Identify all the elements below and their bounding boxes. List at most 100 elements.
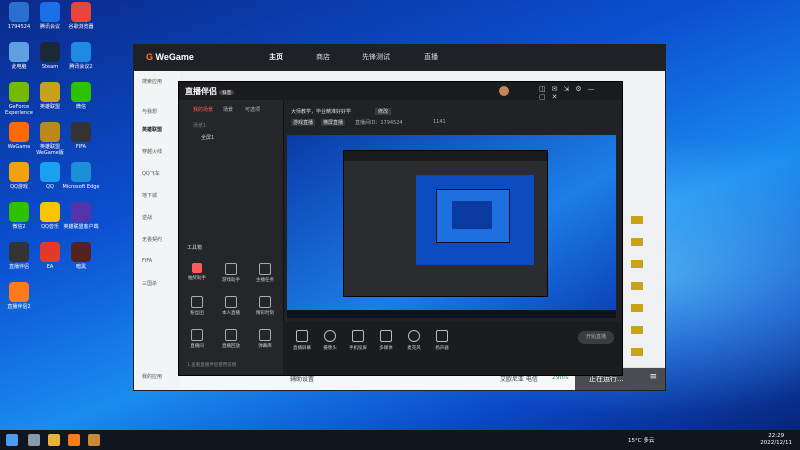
stream-title[interactable]: 大师教学，毕业精准好好学 [291,108,351,115]
weather[interactable]: 15°C 多云 [628,436,654,444]
nested-preview [343,150,548,297]
toolbox-title: 工具箱 [187,245,203,251]
sidebar-item[interactable]: QQ飞车 [142,170,160,177]
desktop-icon[interactable]: 微信 [62,82,100,110]
app-icon [71,202,91,222]
live-sidebar: 我的场景 场景 可选项 场景1 全屏1 工具箱 抽奖助手 游戏助手 主播任务 粉… [179,100,284,375]
desktop-icon-label: 英雄联盟客户端 [63,224,99,230]
phone-cast-button[interactable]: 手机投屏 [345,330,371,351]
tool-item[interactable]: 粉丝团 [186,296,208,316]
microphone-button[interactable]: 麦克风 [401,330,427,351]
sidebar-item[interactable]: 穿越火线 [142,148,162,155]
tab-my-scenes[interactable]: 我的场景 [193,106,213,113]
scene-label[interactable]: 场景1 [193,122,206,129]
desktop-icon-label: FIFA [75,144,87,150]
friend-avatar[interactable] [631,238,643,246]
folder-icon[interactable] [48,434,60,446]
friend-avatar[interactable] [631,326,643,334]
sidebar-item-lol[interactable]: 英雄联盟 [142,126,162,133]
category-chip[interactable]: 游戏直播 [291,119,316,126]
desktop-icon-label: 微信 [75,104,86,110]
app-icon [71,82,91,102]
app-icon [71,2,91,22]
app-icon [40,42,60,62]
sidebar-my-apps[interactable]: 我的应用 [142,373,162,380]
live-titlebar: 直播伴侣 抖音 ◫✉⇲⚙—▢✕ [179,82,622,101]
app-icon [9,42,29,62]
desktop-icon-label: 暗黑 [75,264,86,270]
tab-live[interactable]: 直播 [424,52,438,62]
start-live-button[interactable]: 开始直播 [578,331,614,344]
search-icon[interactable] [28,434,40,446]
tool-item[interactable]: 精彩时刻 [254,296,276,316]
stream-info: 大师教学，毕业精准好好学 修改 游戏直播 横屏直播 直播间ID：1794524 … [285,102,620,132]
desktop-icon[interactable]: 暗黑 [62,242,100,270]
menu-icon[interactable]: ≡ [649,372,657,382]
live-taskbar-icon[interactable] [88,434,100,446]
app-icon [9,122,29,142]
tool-item[interactable]: 直播回放 [220,329,242,349]
desktop-icon[interactable]: 腾讯会议2 [62,42,100,70]
live-controls: 直播屏幕 摄像头 手机投屏 多媒体 麦克风 扬声器 开始直播 [283,322,622,375]
desktop-icon[interactable]: 直播伴侣2 [0,282,38,310]
sidebar-item[interactable]: 与我想 [142,108,157,115]
app-icon [40,242,60,262]
wegame-sidebar: 搜索应用 与我想 英雄联盟 穿越火线 QQ飞车 地下城 逆战 无畏契约 FIFA… [134,71,180,390]
tab-scenes[interactable]: 场景 [223,106,233,113]
tab-store[interactable]: 商店 [316,52,330,62]
tool-item[interactable]: 游戏助手 [220,263,242,283]
media-button[interactable]: 多媒体 [373,330,399,351]
sidebar-search[interactable]: 搜索应用 [142,78,162,85]
help-hint[interactable]: 1.查看直播伴侣使用说明 [187,362,236,368]
clock[interactable]: 22:29 2022/12/11 [760,433,792,447]
live-assistant-window[interactable]: 直播伴侣 抖音 ◫✉⇲⚙—▢✕ 我的场景 场景 可选项 场景1 全屏1 工具箱 … [178,81,623,376]
sidebar-item[interactable]: FIFA [142,258,152,264]
app-icon [40,162,60,182]
platform-badge[interactable]: 抖音 [219,90,235,95]
desktop-icon[interactable]: FIFA [62,122,100,150]
edit-title-button[interactable]: 修改 [375,108,392,115]
sidebar-item[interactable]: 三国杀 [142,280,157,287]
tool-item[interactable]: 直播间 [186,329,208,349]
friend-avatar[interactable] [631,304,643,312]
desktop-icon[interactable]: 英雄联盟客户端 [62,202,100,230]
camera-button[interactable]: 摄像头 [317,330,343,351]
window-controls[interactable]: ◫✉⇲⚙—▢✕ [539,85,622,101]
friend-avatar[interactable] [631,260,643,268]
speaker-button[interactable]: 扬声器 [429,330,455,351]
sidebar-item[interactable]: 地下城 [142,192,157,199]
friend-avatar[interactable] [631,348,643,356]
tab-home[interactable]: 主页 [269,52,283,62]
sidebar-item[interactable]: 无畏契约 [142,236,162,243]
friend-avatar[interactable] [631,282,643,290]
screen-capture-button[interactable]: 直播屏幕 [289,330,315,351]
app-icon [71,162,91,182]
start-icon[interactable] [6,434,18,446]
tool-item[interactable]: 弹幕库 [254,329,276,349]
app-icon [9,242,29,262]
app-icon [71,42,91,62]
tool-item[interactable]: 主播任务 [254,263,276,283]
app-icon [40,82,60,102]
sidebar-item[interactable]: 逆战 [142,214,152,221]
like-count: 1141 [433,119,446,125]
friend-avatar[interactable] [631,216,643,224]
app-icon [71,122,91,142]
avatar[interactable] [499,86,509,96]
taskbar: 15°C 多云 22:29 2022/12/11 [0,430,800,450]
app-icon [40,122,60,142]
mode-chip[interactable]: 横屏直播 [321,119,346,126]
app-icon [9,82,29,102]
tab-options[interactable]: 可选项 [245,106,260,113]
desktop-icon-label: Microsoft Edge [62,184,100,190]
app-icon [71,242,91,262]
desktop-icon[interactable]: Microsoft Edge [62,162,100,190]
tool-item[interactable]: 抽奖助手 [186,263,208,281]
app-icon [40,2,60,22]
scene-group[interactable]: 全屏1 [201,134,214,141]
tool-item[interactable]: 本人直播 [220,296,242,316]
app-icon [40,202,60,222]
tab-beta[interactable]: 先锋测试 [362,52,390,62]
wegame-taskbar-icon[interactable] [68,434,80,446]
desktop-icon[interactable]: 谷歌浏览器 [62,2,100,30]
